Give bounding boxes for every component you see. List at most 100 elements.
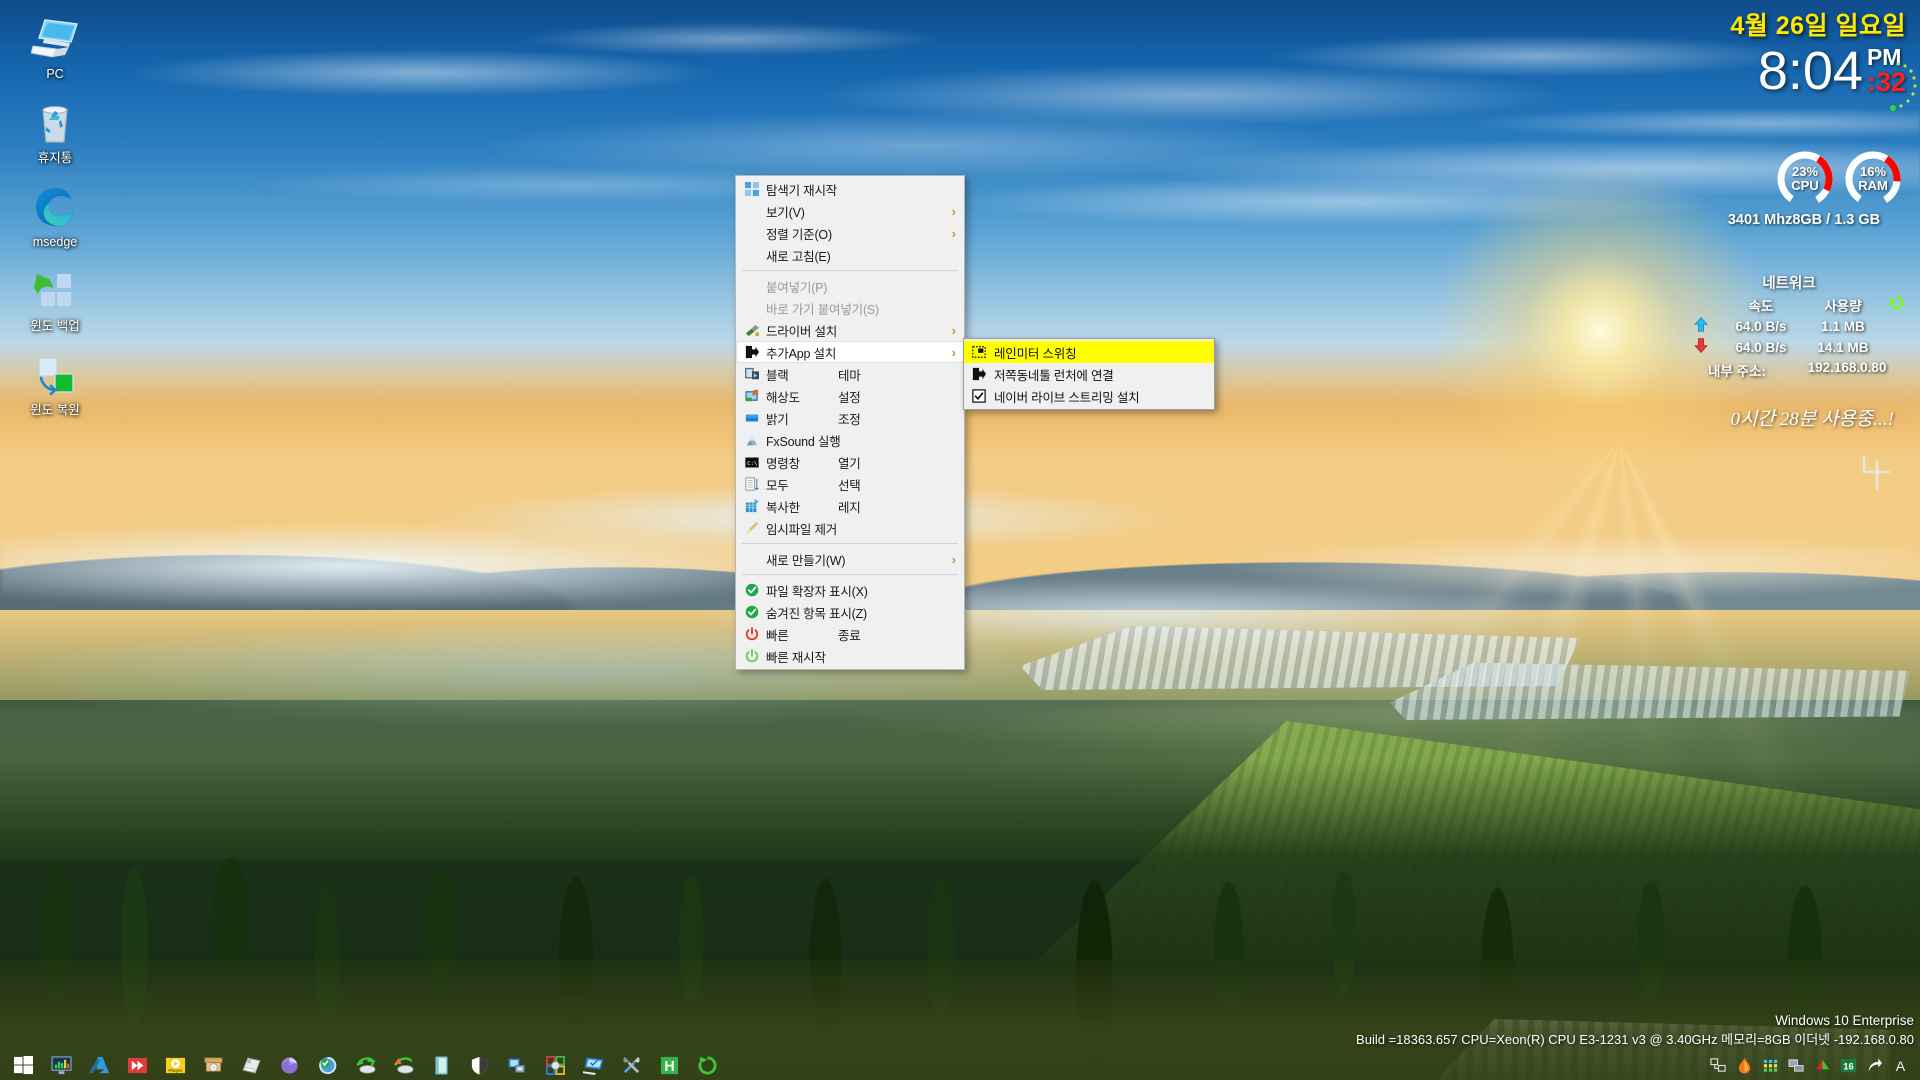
submenu-item-launcher-link[interactable]: 저쪽동네툴 런처에 연결 (964, 363, 1214, 385)
taskbar-printer-monitor[interactable] (498, 1050, 536, 1080)
taskbar-h-green[interactable]: H (650, 1050, 688, 1080)
fxsound-icon (742, 432, 762, 448)
submenu-item-naver-live-streaming[interactable]: 네이버 라이브 스트리밍 설치 (964, 385, 1214, 407)
launcher-link-icon (969, 366, 989, 382)
menu-item-registry-copy[interactable]: 복사한 레지 (736, 495, 964, 517)
tray-water-drop[interactable] (1732, 1053, 1756, 1077)
taskbar-recovery-green[interactable] (308, 1050, 346, 1080)
taskbar-red-arrows[interactable] (118, 1050, 156, 1080)
taskbar-teal-book[interactable] (422, 1050, 460, 1080)
taskbar-archive-disc[interactable] (194, 1050, 232, 1080)
blank-icon (742, 278, 762, 294)
registry-copy-icon (742, 498, 762, 514)
taskbar-restore-green[interactable] (346, 1050, 384, 1080)
desktop-icon-windows-backup[interactable]: 윈도 백업 (0, 260, 110, 344)
taskbar-defender[interactable] (460, 1050, 498, 1080)
green-refresh-icon (697, 1055, 717, 1074)
floppy-save-icon (241, 1056, 261, 1074)
menu-item-select-all[interactable]: 모두 선택 (736, 473, 964, 495)
blank-icon (742, 300, 762, 316)
menu-item-fast-restart[interactable]: 빠른 재시작 (736, 645, 964, 667)
menu-item-sort-by[interactable]: 정렬 기준(O) › (736, 222, 964, 244)
menu-item-show-file-extensions[interactable]: 파일 확장자 표시(X) (736, 579, 964, 601)
clock-seconds-dots (1890, 62, 1917, 111)
menu-item-new[interactable]: 새로 만들기(W) › (736, 548, 964, 570)
menu-item-fxsound[interactable]: FxSound 실행 (736, 429, 964, 451)
desktop-context-menu[interactable]: 탐색기 재시작 보기(V) › 정렬 기준(O) › 새로 고침(E) 붙여넣기… (735, 175, 965, 670)
tray-network[interactable] (1706, 1053, 1730, 1077)
taskbar-purple-pie[interactable] (270, 1050, 308, 1080)
menu-item-command-prompt[interactable]: C:\ 명령창 열기 (736, 451, 964, 473)
taskbar-blue-monitor[interactable] (574, 1050, 612, 1080)
menu-item-driver-install[interactable]: 드라이버 설치 › (736, 319, 964, 341)
chevron-right-icon: › (951, 203, 956, 219)
app-install-submenu[interactable]: 레인미터 스위칭 저쪽동네툴 런처에 연결 네이버 라이브 스트리밍 설치 (963, 338, 1215, 410)
submenu-item-label: 저쪽동네툴 런처에 연결 (994, 368, 1114, 383)
power-restart-green-icon (742, 648, 762, 664)
menu-item-view[interactable]: 보기(V) › (736, 200, 964, 222)
menu-item-resolution-settings[interactable]: 해상도 설정 (736, 385, 964, 407)
menu-item-show-hidden-items[interactable]: 숨겨진 항목 표시(Z) (736, 601, 964, 623)
taskbar-tools[interactable] (612, 1050, 650, 1080)
menu-item-label-2: 선택 (838, 478, 861, 493)
restore-orange-icon (393, 1056, 413, 1074)
menu-item-fast-shutdown[interactable]: 빠른 종료 (736, 623, 964, 645)
taskbar-floppy-save[interactable] (232, 1050, 270, 1080)
network-addr-label: 내부 주소: (1708, 364, 1766, 379)
menu-item-black-theme[interactable]: 블랙 테마 (736, 363, 964, 385)
teal-book-icon (434, 1055, 448, 1075)
menu-item-label: 임시파일 제거 (766, 522, 838, 537)
cpu-percent: 23% (1791, 164, 1819, 179)
taskbar-azure[interactable] (80, 1050, 118, 1080)
windows-restore-icon (31, 350, 79, 398)
menu-item-app-install[interactable]: 추가App 설치 › (736, 341, 964, 363)
tray-display[interactable] (1784, 1053, 1808, 1077)
ime-a-icon: A (1895, 1059, 1905, 1074)
network-col-speed: 속도 (1748, 299, 1774, 314)
menu-item-remove-temp-files[interactable]: 임시파일 제거 (736, 517, 964, 539)
menu-item-label: 빠른 (766, 628, 789, 643)
menu-item-label-2: 레지 (838, 500, 861, 515)
desktop-icon-windows-restore[interactable]: 윈도 복원 (0, 344, 110, 428)
computer-icon (30, 14, 79, 62)
network-title: 네트워크 (1762, 276, 1816, 292)
windows-grid-icon (742, 181, 762, 197)
download-usage: 14.1 MB (1817, 339, 1869, 355)
menu-item-label: 정렬 기준(O) (766, 227, 832, 242)
tray-ime[interactable]: A (1888, 1053, 1912, 1077)
select-all-icon (742, 476, 762, 492)
ram-label: RAM (1858, 178, 1888, 193)
menu-item-restart-explorer[interactable]: 탐색기 재시작 (736, 178, 964, 200)
resource-gauges: 23% CPU 16% RAM 3401 Mhz8GB / 1.3 GB (1704, 148, 1904, 228)
windows-logo-icon (13, 1055, 33, 1074)
resolution-icon (742, 388, 762, 404)
taskbar-restore-orange[interactable] (384, 1050, 422, 1080)
taskbar-player[interactable]: Player (156, 1050, 194, 1080)
taskbar-task-manager[interactable] (42, 1050, 80, 1080)
network-widget: 네트워크 속도 사용량 64.0 B/s 1.1 MB 64.0 B/s 14.… (1682, 272, 1912, 380)
menu-item-label: 숨겨진 항목 표시(Z) (766, 606, 868, 621)
tray-share-arrow[interactable] (1862, 1053, 1886, 1077)
taskbar[interactable]: Player H 16 A (0, 1050, 1920, 1080)
taskbar-color-squares[interactable] (536, 1050, 574, 1080)
red-green-triangle-icon (1815, 1059, 1829, 1069)
download-arrow-icon (1682, 337, 1720, 357)
h-green-icon: H (660, 1056, 678, 1075)
clock-widget: 4월 26일 일요일 8:04 PM :32 (1606, 6, 1917, 111)
chevron-right-icon: › (951, 322, 956, 338)
submenu-item-rainmeter-switch[interactable]: 레인미터 스위칭 (964, 341, 1214, 363)
tray-counter-badge[interactable]: 16 (1836, 1053, 1860, 1077)
desktop-icon-list: PC 휴지통 msedge 윈도 백업 윈도 복원 (0, 8, 110, 428)
menu-item-refresh[interactable]: 새로 고침(E) (736, 244, 964, 266)
desktop-icon-msedge[interactable]: msedge (0, 176, 110, 260)
desktop-icon-recycle-bin[interactable]: 휴지통 (0, 92, 110, 176)
menu-item-brightness[interactable]: 밝기 조정 (736, 407, 964, 429)
black-theme-icon (742, 366, 762, 382)
tray-grid-dots[interactable] (1758, 1053, 1782, 1077)
crosshair-marker-icon (1862, 456, 1890, 490)
start-button[interactable] (4, 1050, 42, 1080)
desktop-icon-pc[interactable]: PC (0, 8, 110, 92)
tray-red-green-triangle[interactable] (1810, 1053, 1834, 1077)
taskbar-green-refresh[interactable] (688, 1050, 726, 1080)
recycle-bin-icon (31, 98, 79, 146)
